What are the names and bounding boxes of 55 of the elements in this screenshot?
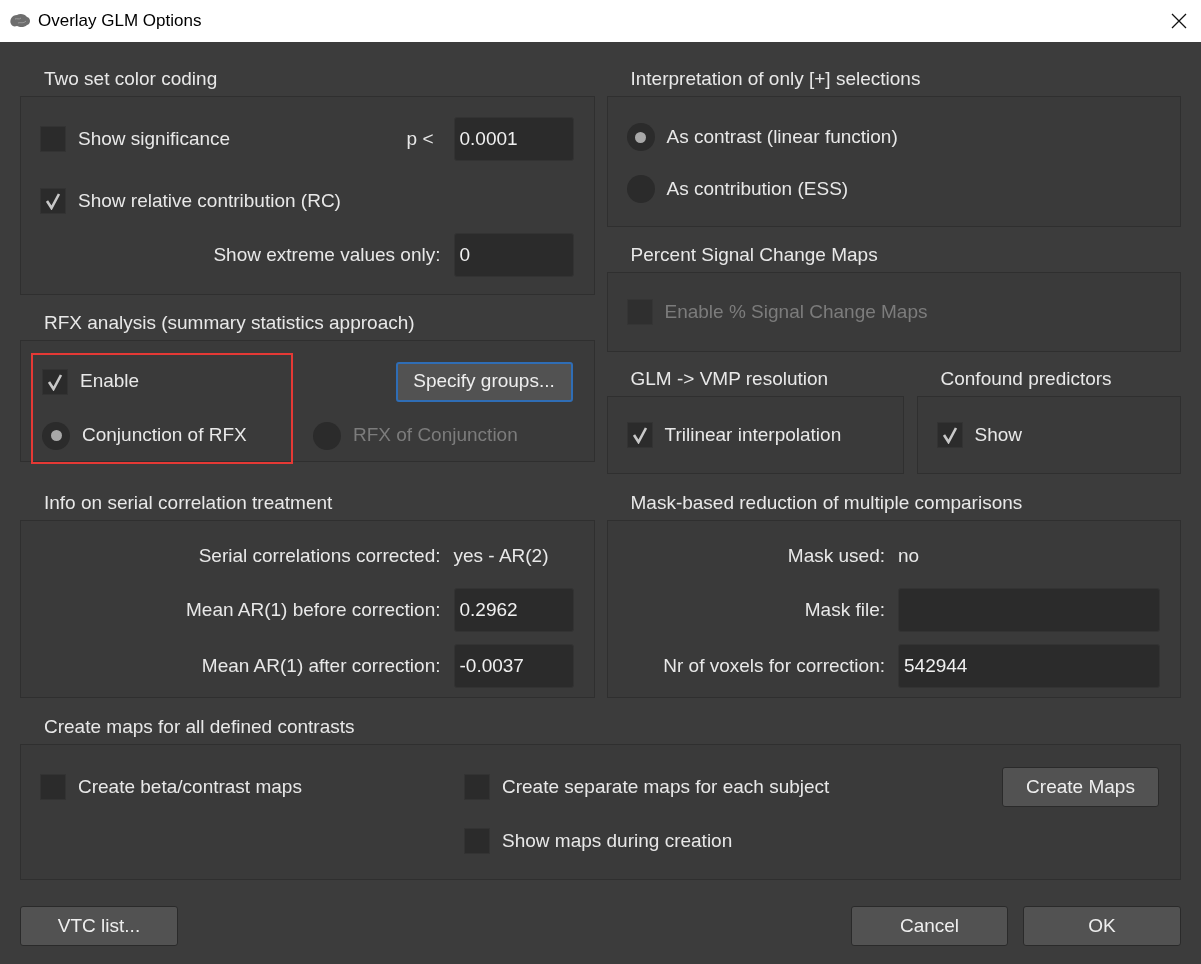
close-icon[interactable] [1171,13,1187,29]
checkbox-label: Enable [80,369,140,394]
checkbox-label: Show [974,422,1023,447]
checkbox[interactable] [40,188,66,214]
text-field[interactable]: 0.2962 [453,588,574,632]
checkbox[interactable] [42,368,68,395]
group-title: Info on serial correlation treatment [43,490,334,515]
window-title: Overlay GLM Options [38,10,202,33]
radio-button[interactable] [626,123,655,151]
group-title: Percent Signal Change Maps [629,242,879,267]
group-title: Two set color coding [43,66,219,91]
field-label: Mean AR(1) before correction: [185,597,441,622]
text-field[interactable]: 542944 [898,644,1160,688]
text-field[interactable]: 0 [453,233,574,277]
checkbox[interactable] [936,422,963,448]
group-title: Interpretation of only [+] selections [629,66,922,91]
radio-label: As contribution (ESS) [666,176,849,201]
group-title: Mask-based reduction of multiple comparisons [629,490,1024,515]
check-icon [941,426,958,444]
value-text: no [898,543,921,568]
field-label: p < [406,126,434,151]
group-title: RFX analysis (summary statistics approach) [43,310,416,335]
checkbox[interactable] [626,422,653,448]
button[interactable]: OK [1023,906,1181,946]
group-title: Confound predictors [939,366,1113,391]
checkbox-label: Trilinear interpolation [664,422,842,447]
brain-icon [9,13,31,29]
value-text: yes - AR(2) [453,543,550,568]
checkbox-label: Show maps during creation [502,828,733,853]
field-label: Show extreme values only: [213,242,441,267]
button[interactable]: VTC list... [20,906,178,946]
button[interactable]: Cancel [851,906,1008,946]
checkbox-label: Enable % Signal Change Maps [664,299,928,324]
radio-label: Conjunction of RFX [82,423,247,448]
group-title: GLM -> VMP resolution [629,366,830,391]
field-label: Mean AR(1) after correction: [200,653,441,678]
check-icon [45,192,61,210]
radio-label: RFX of Conjunction [353,423,518,448]
field-label: Serial correlations corrected: [197,543,441,568]
check-icon [47,372,63,391]
checkbox-label: Create beta/contrast maps [78,774,302,799]
checkbox-label: Show significance [78,126,231,151]
field-label: Mask file: [803,597,885,622]
text-field[interactable]: -0.0037 [453,644,574,688]
button[interactable]: Create Maps [1002,767,1159,807]
field-label: Mask used: [786,543,885,568]
check-icon [631,426,648,444]
group-title: Create maps for all defined contrasts [43,714,356,739]
radio-label: As contrast (linear function) [666,124,898,149]
radio-button[interactable] [42,421,70,450]
button[interactable]: Specify groups... [395,361,573,402]
field-label: Nr of voxels for correction: [662,653,885,678]
checkbox-label: Show relative contribution (RC) [78,188,341,213]
checkbox-label: Create separate maps for each subject [502,774,830,799]
text-field[interactable]: 0.0001 [453,117,574,161]
